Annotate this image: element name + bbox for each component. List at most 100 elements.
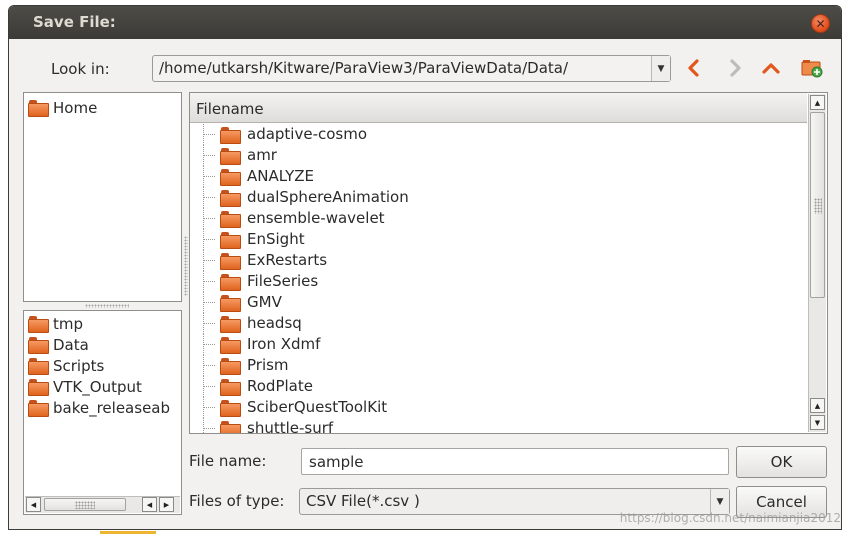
window-title: Save File: — [33, 13, 116, 31]
file-name-text: amr — [247, 146, 277, 164]
tree-connector — [203, 271, 215, 292]
tree-connector — [203, 376, 215, 397]
scroll-thumb[interactable] — [810, 112, 825, 298]
folder-icon — [28, 100, 49, 117]
tree-connector — [203, 292, 215, 313]
list-item[interactable]: headsq — [190, 313, 800, 334]
file-list-vertical-scrollbar[interactable]: ▲ ▲ ▼ — [808, 94, 826, 432]
list-item[interactable]: ensemble-wavelet — [190, 208, 800, 229]
forward-button[interactable] — [723, 56, 747, 80]
scroll-left-button[interactable]: ◀ — [26, 497, 41, 512]
place-label: VTK_Output — [53, 377, 142, 396]
file-name-text: shuttle-surf — [247, 419, 334, 434]
file-name-text: ExRestarts — [247, 251, 328, 269]
place-label: bake_releaseab — [53, 398, 171, 417]
look-in-combo[interactable]: /home/utkarsh/Kitware/ParaView3/ParaView… — [152, 55, 671, 82]
places-horizontal-scrollbar[interactable]: ◀ ◀ ▶ — [25, 496, 180, 513]
folder-icon — [220, 127, 241, 144]
place-item-scripts[interactable]: Scripts — [28, 355, 104, 376]
folder-icon — [220, 274, 241, 291]
file-name-field[interactable] — [301, 448, 729, 475]
folder-icon — [28, 379, 49, 396]
file-name-text: EnSight — [247, 230, 305, 248]
list-item[interactable]: EnSight — [190, 229, 800, 250]
file-name-text: RodPlate — [247, 377, 313, 395]
tree-connector — [203, 334, 215, 355]
folder-icon — [220, 148, 241, 165]
arrow-left-icon: ◀ — [146, 500, 153, 509]
place-item-data[interactable]: Data — [28, 334, 89, 355]
list-item[interactable]: shuttle-surf — [190, 418, 800, 434]
tree-connector — [203, 397, 215, 418]
panel-splitter-handle[interactable] — [184, 236, 188, 296]
tree-connector — [203, 166, 215, 187]
place-label: Scripts — [53, 356, 105, 375]
list-item[interactable]: Iron Xdmf — [190, 334, 800, 355]
arrow-down-icon: ▼ — [814, 418, 821, 427]
save-file-dialog: Save File: ✕ Look in: /home/utkarsh/Kitw… — [8, 5, 842, 530]
list-item[interactable]: adaptive-cosmo — [190, 124, 800, 145]
file-name-input[interactable] — [302, 449, 728, 474]
file-type-value: CSV File(*.csv ) — [306, 492, 420, 510]
close-button[interactable]: ✕ — [811, 14, 830, 33]
scroll-up-button-secondary[interactable]: ▲ — [810, 398, 825, 413]
back-button[interactable] — [682, 56, 706, 80]
tree-connector — [203, 418, 215, 433]
folder-icon — [220, 190, 241, 207]
new-folder-button[interactable] — [800, 56, 824, 80]
files-of-type-label: Files of type: — [189, 492, 285, 510]
scroll-thumb[interactable] — [44, 498, 126, 511]
list-item[interactable]: ExRestarts — [190, 250, 800, 271]
list-item[interactable]: SciberQuestToolKit — [190, 397, 800, 418]
tree-connector — [203, 187, 215, 208]
parent-directory-button[interactable] — [759, 56, 783, 80]
scroll-up-button[interactable]: ▲ — [810, 95, 825, 110]
place-item-tmp[interactable]: tmp — [28, 313, 83, 334]
file-name-text: ensemble-wavelet — [247, 209, 385, 227]
list-item[interactable]: dualSphereAnimation — [190, 187, 800, 208]
place-label: tmp — [53, 314, 84, 333]
list-item[interactable]: amr — [190, 145, 800, 166]
place-label: Data — [53, 335, 89, 354]
new-folder-icon — [801, 60, 823, 78]
list-item[interactable]: GMV — [190, 292, 800, 313]
scroll-right-button[interactable]: ▶ — [159, 497, 174, 512]
tree-connector — [203, 229, 215, 250]
folder-icon — [220, 358, 241, 375]
folder-icon — [28, 358, 49, 375]
file-name-text: FileSeries — [247, 272, 319, 290]
list-item[interactable]: FileSeries — [190, 271, 800, 292]
folder-icon — [28, 337, 49, 354]
decorative-underline — [100, 531, 156, 534]
filename-column-header[interactable]: Filename — [190, 93, 807, 123]
place-item-vtk-output[interactable]: VTK_Output — [28, 376, 142, 397]
scroll-left-button-secondary[interactable]: ◀ — [142, 497, 157, 512]
file-name-text: GMV — [247, 293, 282, 311]
file-list[interactable]: Filename adaptive-cosmo amr ANALYZE dual… — [189, 92, 828, 434]
arrow-right-icon: ▶ — [163, 500, 170, 509]
title-bar: Save File: ✕ — [9, 6, 841, 39]
list-item[interactable]: RodPlate — [190, 376, 800, 397]
arrow-left-icon: ◀ — [30, 500, 37, 509]
folder-icon — [220, 400, 241, 417]
up-arrow-icon — [762, 63, 780, 74]
file-name-text: ANALYZE — [247, 167, 315, 185]
folder-icon — [220, 421, 241, 433]
grip-icon — [814, 198, 822, 214]
chevron-down-icon[interactable]: ▼ — [651, 56, 670, 81]
forward-arrow-icon — [730, 59, 741, 77]
place-item-home[interactable]: Home — [28, 97, 97, 118]
place-label: Home — [53, 98, 98, 117]
ok-button[interactable]: OK — [736, 446, 827, 478]
file-name-text: SciberQuestToolKit — [247, 398, 388, 416]
folder-icon — [220, 337, 241, 354]
scroll-down-button[interactable]: ▼ — [810, 415, 825, 430]
place-item-bake-release[interactable]: bake_releaseab — [28, 397, 170, 418]
folder-icon — [220, 232, 241, 249]
list-item[interactable]: Prism — [190, 355, 800, 376]
list-item[interactable]: ANALYZE — [190, 166, 800, 187]
file-name-label: File name: — [189, 452, 267, 470]
folder-icon — [220, 169, 241, 186]
places-splitter-handle[interactable] — [85, 304, 129, 308]
column-header-label: Filename — [196, 100, 264, 118]
